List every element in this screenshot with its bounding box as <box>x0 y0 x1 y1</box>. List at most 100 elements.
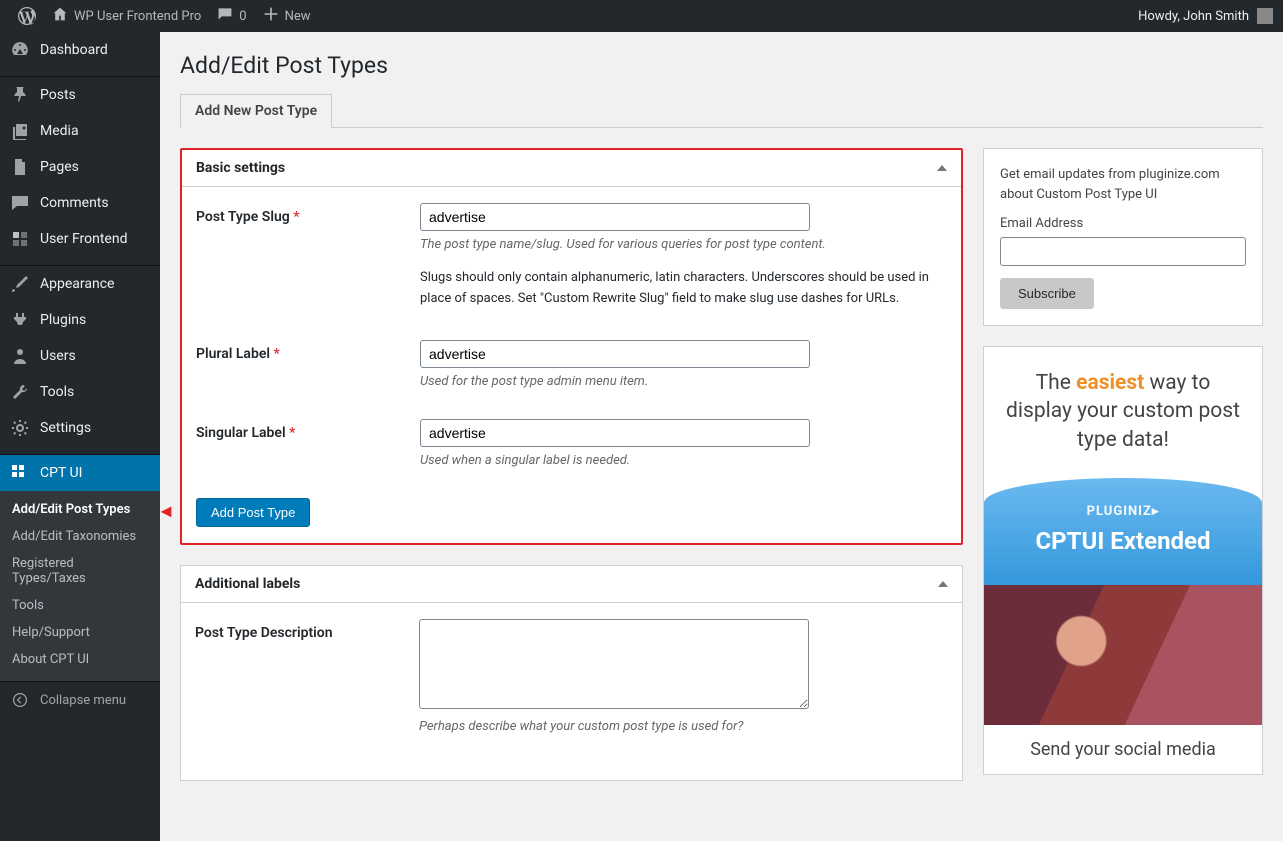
desc-label: Post Type Description <box>195 625 333 641</box>
comments-count: 0 <box>239 9 246 24</box>
required-marker: * <box>293 209 299 225</box>
menu-item-settings[interactable]: Settings <box>0 410 160 446</box>
submenu-label: Help/Support <box>12 625 90 640</box>
plural-label: Plural Label <box>196 346 270 362</box>
promo-brand: PLUGINIZ▸ <box>1002 504 1244 519</box>
collapse-label: Collapse menu <box>40 693 126 708</box>
singular-label: Singular Label <box>196 425 286 441</box>
menu-item-cpt-ui[interactable]: CPT UI <box>0 455 160 491</box>
menu-item-comments[interactable]: Comments <box>0 185 160 221</box>
additional-labels-panel: Additional labels Post Type Description … <box>180 565 963 781</box>
required-marker: * <box>274 346 280 362</box>
collapse-menu[interactable]: Collapse menu <box>0 681 160 718</box>
menu-label: Settings <box>40 420 91 436</box>
menu-item-dashboard[interactable]: Dashboard <box>0 32 160 68</box>
plus-icon <box>263 6 279 26</box>
email-input[interactable] <box>1000 237 1246 266</box>
new-link[interactable]: New <box>255 0 319 32</box>
desc-help: Perhaps describe what your custom post t… <box>419 719 939 734</box>
submenu-label: Add/Edit Post Types <box>12 502 130 517</box>
menu-item-pages[interactable]: Pages <box>0 149 160 185</box>
submenu-item-tools[interactable]: Tools <box>0 592 160 619</box>
submenu-label: Tools <box>12 598 44 613</box>
caret-up-icon <box>938 581 948 587</box>
promo-headline: The easiest way to display your custom p… <box>984 347 1262 464</box>
email-label: Email Address <box>1000 216 1246 231</box>
submenu-item-add-edit-post-types[interactable]: Add/Edit Post Types◄ <box>0 496 160 523</box>
add-post-type-button[interactable]: Add Post Type <box>196 498 310 527</box>
submenu-item-about-cpt-ui[interactable]: About CPT UI <box>0 646 160 673</box>
menu-label: CPT UI <box>40 465 82 481</box>
brush-icon <box>10 274 30 294</box>
additional-labels-toggle[interactable]: Additional labels <box>181 566 962 603</box>
desc-textarea[interactable] <box>419 619 809 709</box>
comment-icon <box>10 193 30 213</box>
menu-item-appearance[interactable]: Appearance <box>0 266 160 302</box>
plug-icon <box>10 310 30 330</box>
gear-icon <box>10 418 30 438</box>
menu-label: Pages <box>40 159 79 175</box>
menu-label: Posts <box>40 87 76 103</box>
menu-label: User Frontend <box>40 231 127 247</box>
slug-label: Post Type Slug <box>196 209 290 225</box>
plural-help: Used for the post type admin menu item. <box>420 374 940 389</box>
media-icon <box>10 121 30 141</box>
submenu-label: Add/Edit Taxonomies <box>12 529 136 544</box>
promo-brand-band: PLUGINIZ▸ CPTUI Extended <box>984 478 1262 585</box>
subscribe-button[interactable]: Subscribe <box>1000 278 1094 309</box>
arrow-indicator-icon: ◄ <box>157 501 175 522</box>
menu-label: Users <box>40 348 76 364</box>
promo-product: CPTUI Extended <box>1002 527 1244 555</box>
home-icon <box>52 6 68 26</box>
menu-label: Tools <box>40 384 74 400</box>
wrench-icon <box>10 382 30 402</box>
required-marker: * <box>289 425 295 441</box>
menu-item-tools[interactable]: Tools <box>0 374 160 410</box>
promo-panel[interactable]: The easiest way to display your custom p… <box>983 346 1263 775</box>
menu-label: Media <box>40 123 79 139</box>
tab-add-new[interactable]: Add New Post Type <box>180 94 332 128</box>
wpuf-icon <box>10 229 30 249</box>
wp-logo[interactable] <box>10 0 44 32</box>
submenu-item-add-edit-taxonomies[interactable]: Add/Edit Taxonomies <box>0 523 160 550</box>
page-title: Add/Edit Post Types <box>180 52 1263 79</box>
dash-icon <box>10 40 30 60</box>
account-link[interactable]: Howdy, John Smith <box>1138 8 1273 24</box>
singular-input[interactable] <box>420 419 810 447</box>
menu-label: Dashboard <box>40 42 108 58</box>
pin-icon <box>10 85 30 105</box>
menu-label: Plugins <box>40 312 86 328</box>
promo-image <box>984 585 1262 725</box>
slug-input[interactable] <box>420 203 810 231</box>
page-icon <box>10 157 30 177</box>
newsletter-panel: Get email updates from pluginize.com abo… <box>983 148 1263 326</box>
comment-icon <box>217 6 233 26</box>
menu-label: Comments <box>40 195 109 211</box>
promo-tagline: Send your social media <box>984 725 1262 774</box>
admin-sidebar: Dashboard Posts Media Pages Comments User Fro… <box>0 32 160 841</box>
plural-input[interactable] <box>420 340 810 368</box>
slug-help-extra: Slugs should only contain alphanumeric, … <box>420 268 940 310</box>
menu-item-users[interactable]: Users <box>0 338 160 374</box>
singular-help: Used when a singular label is needed. <box>420 453 940 468</box>
menu-item-media[interactable]: Media <box>0 113 160 149</box>
basic-settings-panel: Basic settings Post Type Slug * The post… <box>180 148 963 545</box>
avatar <box>1257 8 1273 24</box>
comments-link[interactable]: 0 <box>209 0 254 32</box>
menu-item-plugins[interactable]: Plugins <box>0 302 160 338</box>
submenu-label: Registered Types/Taxes <box>12 556 86 586</box>
slug-help: The post type name/slug. Used for variou… <box>420 237 940 252</box>
basic-settings-toggle[interactable]: Basic settings <box>182 150 961 187</box>
menu-item-posts[interactable]: Posts <box>0 77 160 113</box>
menu-item-user-frontend[interactable]: User Frontend <box>0 221 160 257</box>
caret-up-icon <box>937 165 947 171</box>
submenu-item-help-support[interactable]: Help/Support <box>0 619 160 646</box>
menu-label: Appearance <box>40 276 114 292</box>
site-name: WP User Frontend Pro <box>74 9 201 24</box>
newsletter-text: Get email updates from pluginize.com abo… <box>1000 165 1246 204</box>
site-link[interactable]: WP User Frontend Pro <box>44 0 209 32</box>
new-label: New <box>285 9 311 24</box>
user-icon <box>10 346 30 366</box>
cptui-icon <box>10 463 30 483</box>
submenu-item-registered-types-taxes[interactable]: Registered Types/Taxes <box>0 550 160 592</box>
